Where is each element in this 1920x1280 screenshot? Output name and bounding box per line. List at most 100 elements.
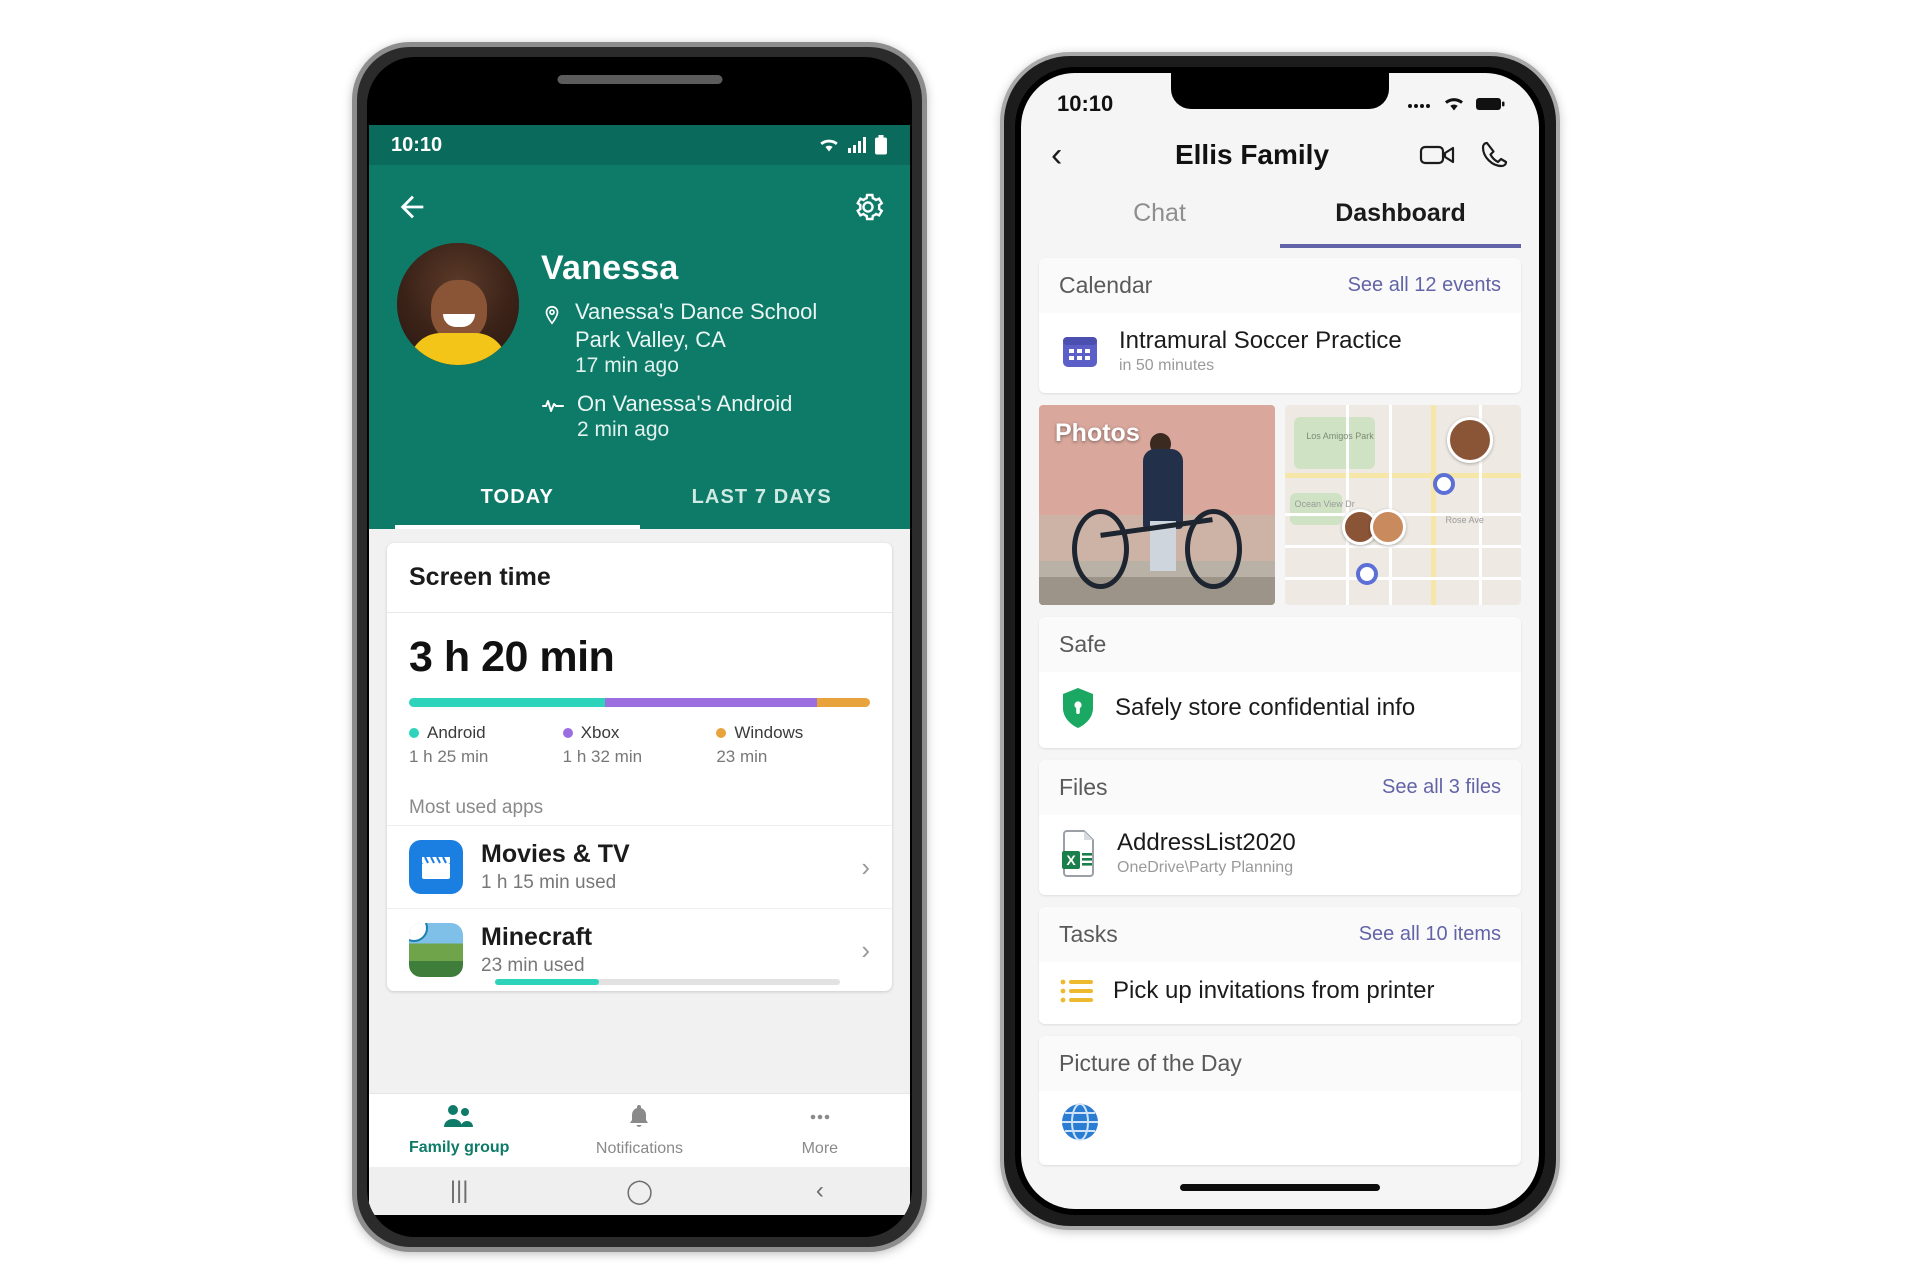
ios-status-time: 10:10: [1057, 91, 1114, 116]
profile-location-row: Vanessa's Dance School Park Valley, CA 1…: [541, 298, 817, 378]
media-tiles-row: Photos Los Amigos Park Ocean View Dr Ros…: [1039, 405, 1521, 605]
map-location-dot-1: [1432, 473, 1455, 495]
profile-activity-text: On Vanessa's Android 2 min ago: [577, 390, 792, 442]
home-icon[interactable]: ◯: [549, 1177, 729, 1206]
app-row-minecraft[interactable]: Minecraft 23 min used ›: [387, 908, 892, 991]
photos-tile[interactable]: Photos: [1039, 405, 1275, 605]
map-road-major-h: [1285, 473, 1521, 478]
map-road-major-v: [1431, 405, 1437, 605]
files-item-subtitle: OneDrive\Party Planning: [1117, 859, 1294, 876]
legend-value-android: 1 h 25 min: [409, 747, 489, 767]
bottom-nav-more[interactable]: More: [730, 1103, 910, 1158]
files-item-text: AddressList2020 OneDrive\Party Planning: [1117, 829, 1296, 877]
profile-location-text: Vanessa's Dance School Park Valley, CA 1…: [575, 298, 817, 378]
ios-phone-frame: 10:10 ‹ Ellis Family Chat Dashboard Cale…: [1000, 52, 1560, 1230]
legend-label-xbox: Xbox: [580, 723, 620, 743]
chevron-right-icon[interactable]: ›: [861, 852, 870, 883]
tab-today[interactable]: TODAY: [395, 474, 640, 530]
tasks-item-title: Pick up invitations from printer: [1113, 977, 1435, 1004]
legend-label-android: Android: [427, 723, 486, 743]
legend-android-row: Android: [409, 723, 563, 743]
shield-lock-icon: [1063, 688, 1093, 728]
tab-dashboard[interactable]: Dashboard: [1280, 189, 1521, 248]
map-tile[interactable]: Los Amigos Park Ocean View Dr Rose Ave: [1285, 405, 1521, 605]
family-group-icon: [444, 1105, 474, 1127]
video-call-icon[interactable]: [1419, 142, 1457, 168]
legend-dot-windows: [716, 728, 727, 739]
android-profile-header: Vanessa Vanessa's Dance School Park Vall…: [369, 165, 910, 530]
legend-value-windows: 23 min: [716, 747, 768, 767]
tab-last-7-days[interactable]: LAST 7 DAYS: [640, 474, 885, 529]
android-system-nav: ||| ◯ ‹: [369, 1167, 910, 1215]
calendar-card-title: Calendar: [1059, 272, 1153, 298]
back-icon[interactable]: ‹: [730, 1177, 910, 1205]
globe-icon: [1062, 1103, 1098, 1141]
wifi-icon: [1445, 98, 1463, 111]
chevron-right-icon[interactable]: ›: [861, 935, 870, 966]
picture-of-day-card: Picture of the Day: [1039, 1036, 1521, 1165]
bottom-nav-notifications[interactable]: Notifications: [549, 1103, 729, 1158]
see-all-tasks-link[interactable]: See all 10 items: [1359, 923, 1501, 946]
most-used-apps-label: Most used apps: [409, 797, 544, 819]
tasks-card: Tasks See all 10 items Pick up invitatio…: [1039, 907, 1521, 1024]
legend-item-windows: Windows 23 min: [716, 723, 870, 767]
screen-time-legend: Android 1 h 25 min Xbox 1 h 32 min Windo…: [409, 723, 870, 767]
task-list-icon: [1060, 979, 1093, 1003]
tasks-item-row[interactable]: Pick up invitations from printer: [1039, 962, 1521, 1024]
picture-of-day-header: Picture of the Day: [1039, 1036, 1521, 1091]
bottom-nav-label-family: Family group: [408, 1139, 510, 1156]
map-road-5: [1388, 405, 1392, 605]
calendar-icon: [1063, 337, 1097, 367]
see-all-files-link[interactable]: See all 3 files: [1382, 776, 1501, 799]
picture-of-day-row[interactable]: [1039, 1091, 1521, 1165]
excel-file-icon: X: [1062, 830, 1094, 877]
bottom-nav-label-notifications: Notifications: [595, 1140, 684, 1157]
map-green-area-2: [1289, 493, 1342, 525]
back-arrow-icon[interactable]: [395, 190, 429, 224]
map-road-3: [1285, 577, 1521, 580]
files-card-header: Files See all 3 files: [1039, 760, 1521, 815]
legend-value-xbox: 1 h 32 min: [562, 747, 643, 767]
tab-chat[interactable]: Chat: [1039, 189, 1280, 248]
files-card-title: Files: [1059, 774, 1108, 800]
signal-icon: [848, 137, 866, 153]
map-park-label: Los Amigos Park: [1306, 431, 1374, 441]
app-row-movies-tv[interactable]: Movies & TV 1 h 15 min used ›: [387, 825, 892, 908]
chevron-left-icon[interactable]: ‹: [1051, 138, 1085, 172]
gear-icon[interactable]: [852, 191, 884, 223]
profile-location-line1: Vanessa's Dance School: [575, 299, 818, 324]
bottom-nav-family-group[interactable]: Family group: [369, 1104, 549, 1157]
legend-item-android: Android 1 h 25 min: [409, 723, 563, 767]
calendar-card-header: Calendar See all 12 events: [1039, 258, 1521, 313]
ios-tab-bar: Chat Dashboard: [1021, 189, 1539, 248]
see-all-events-link[interactable]: See all 12 events: [1348, 274, 1501, 297]
files-item-title: AddressList2020: [1117, 829, 1296, 856]
legend-dot-android: [409, 728, 419, 739]
home-indicator: [1180, 1184, 1380, 1191]
profile-activity-line: On Vanessa's Android: [577, 391, 793, 417]
avatar: [397, 243, 519, 365]
dashboard-feed: Calendar See all 12 events Intramural So…: [1021, 248, 1539, 1208]
minecraft-text: Minecraft 23 min used: [481, 923, 592, 977]
calendar-event-row[interactable]: Intramural Soccer Practice in 50 minutes: [1039, 313, 1521, 393]
files-item-row[interactable]: X AddressList2020 OneDrive\Party Plannin…: [1039, 815, 1521, 895]
battery-icon: [1476, 98, 1505, 110]
map-street-label-1: Ocean View Dr: [1294, 499, 1355, 509]
map-avatar-pin-3[interactable]: [1369, 509, 1406, 545]
legend-windows-row: Windows: [716, 723, 870, 743]
clapperboard-glyph: [422, 857, 450, 880]
safe-item-row[interactable]: Safely store confidential info: [1039, 672, 1521, 748]
more-dots-icon: [810, 1114, 830, 1120]
android-phone-body: 10:10 Vanessa Vanessa's Dance School Par…: [367, 57, 912, 1237]
profile-activity-row: On Vanessa's Android 2 min ago: [541, 390, 817, 442]
recents-icon[interactable]: |||: [369, 1177, 549, 1205]
photo-bike-wheel-right: [1185, 509, 1242, 589]
android-screen: 10:10 Vanessa Vanessa's Dance School Par…: [369, 125, 910, 1215]
avatar-face: [431, 279, 488, 341]
phone-call-icon[interactable]: [1479, 140, 1509, 170]
map-avatar-pin-1[interactable]: [1446, 417, 1493, 463]
ios-phone-body: 10:10 ‹ Ellis Family Chat Dashboard Cale…: [1015, 67, 1545, 1215]
screenshot-stage: 10:10 Vanessa Vanessa's Dance School Par…: [0, 0, 1920, 1280]
picture-of-day-title: Picture of the Day: [1059, 1050, 1242, 1076]
android-content-area: Screen time 3 h 20 min Android 1 h 25 mi…: [369, 529, 910, 1130]
